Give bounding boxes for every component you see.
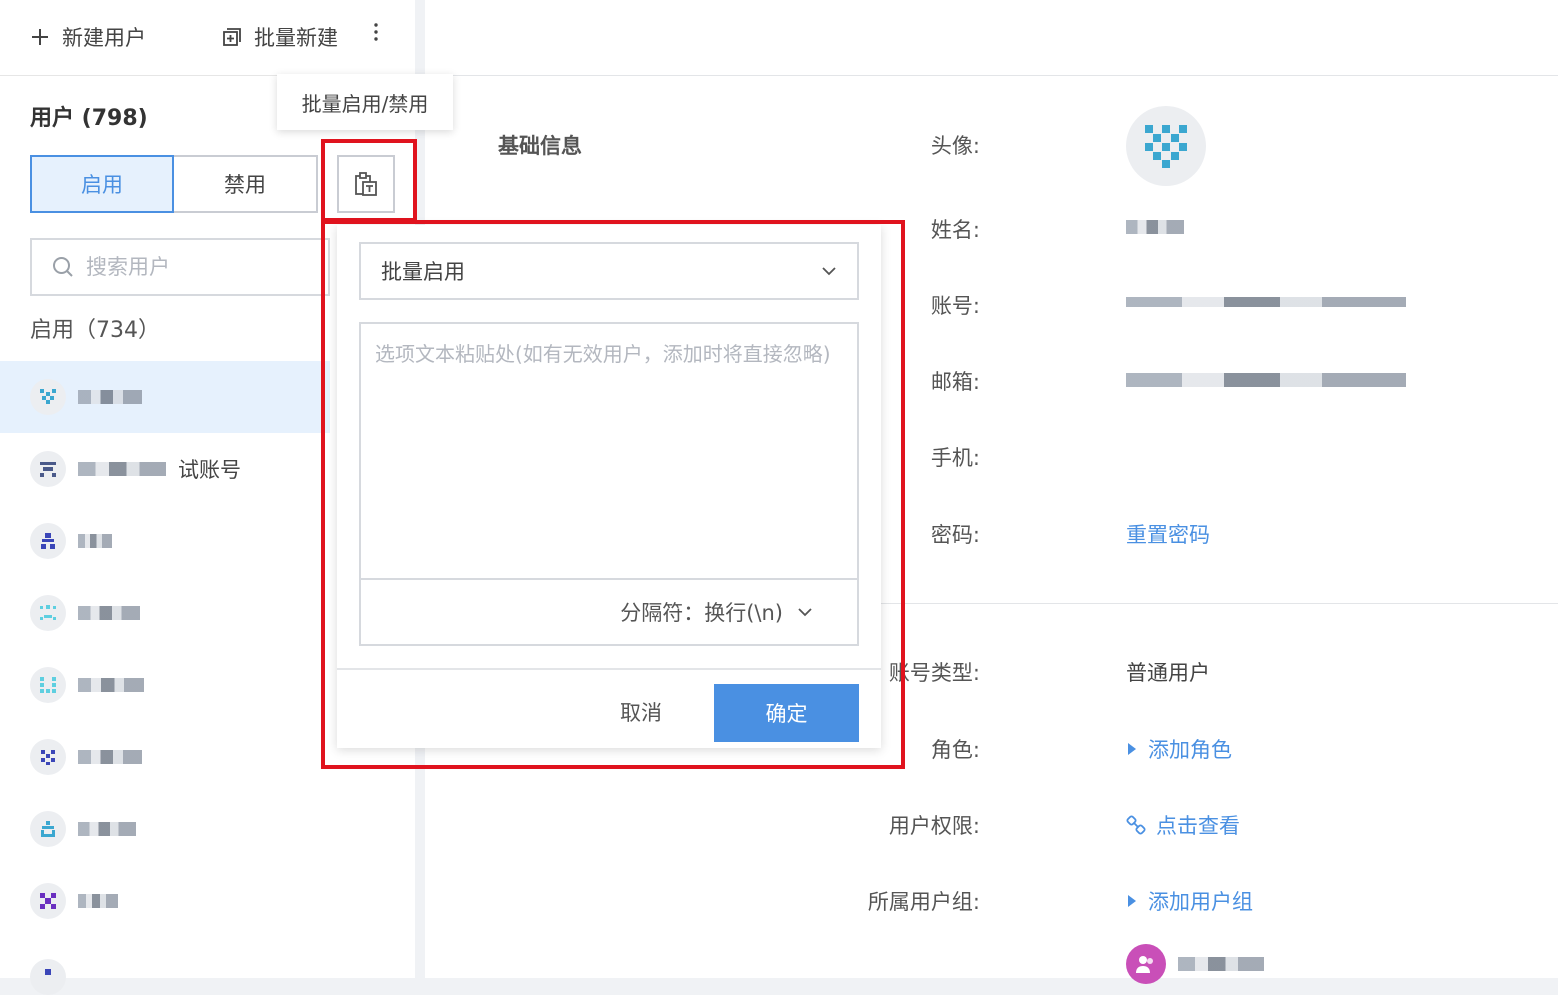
view-permissions-link[interactable]: 点击查看 [1126,810,1240,840]
value-account-type: 普通用户 [1126,661,1210,685]
group-entry [1126,944,1264,984]
list-item[interactable] [0,361,330,433]
plus-icon [32,29,48,45]
group-icon [1126,944,1166,984]
identicon-icon [40,893,56,909]
value-email [1126,373,1406,387]
toolbar: 新建用户 批量新建 [0,0,415,76]
identicon-icon [40,462,56,477]
divider [880,603,1558,604]
identicon-icon [41,750,55,765]
view-permissions-label: 点击查看 [1156,814,1240,838]
blurred-name [78,894,118,908]
blurred-email [1126,373,1406,387]
blurred-name [78,678,144,692]
add-group-label: 添加用户组 [1148,890,1253,914]
reset-password-link[interactable]: 重置密码 [1126,519,1210,549]
new-user-label: 新建用户 [62,26,146,50]
enabled-count: 启用（734） [30,318,160,343]
blurred-name [78,462,166,476]
add-group-button[interactable]: 添加用户组 [1126,886,1253,916]
list-item[interactable] [0,721,330,793]
blurred-group-name [1178,957,1264,971]
search-icon [53,257,73,277]
search-box [30,238,330,296]
avatar [30,811,66,847]
list-item[interactable] [0,793,330,865]
avatar [30,451,66,487]
avatar [30,379,66,415]
batch-create-button[interactable]: 批量新建 [222,22,338,52]
add-role-label: 添加角色 [1148,738,1232,762]
list-item[interactable] [0,865,330,937]
avatar [30,739,66,775]
new-user-button[interactable]: 新建用户 [30,22,146,52]
add-role-button[interactable]: 添加角色 [1126,734,1232,764]
value-name [1126,220,1184,234]
blurred-name [78,750,142,764]
more-vertical-icon [374,23,378,41]
batch-create-label: 批量新建 [254,26,338,50]
identicon-icon [40,605,56,620]
list-item[interactable] [0,577,330,649]
user-count-title: 用户 (798) [30,106,148,131]
blurred-name [1126,220,1184,234]
avatar [30,595,66,631]
list-item[interactable] [0,649,330,721]
divider [425,75,1558,76]
tab-enabled[interactable]: 启用 [30,155,174,213]
users-icon [1136,956,1153,973]
list-item[interactable] [0,937,330,995]
avatar [30,883,66,919]
caret-right-icon [1128,743,1136,755]
avatar [30,523,66,559]
blurred-name [78,534,112,548]
value-account [1126,297,1406,307]
section-title-basic-info: 基础信息 [498,134,582,158]
tab-disabled[interactable]: 禁用 [174,155,318,213]
label-avatar: 头像: [930,134,980,158]
highlight-box-popover [321,220,905,769]
caret-right-icon [1128,895,1136,907]
identicon-icon [41,821,55,837]
highlight-box-button [321,139,417,222]
batch-toggle-tooltip: 批量启用/禁用 [277,74,453,130]
batch-create-icon [223,28,241,46]
identicon-icon [1145,125,1187,168]
identicon-icon [41,533,55,549]
blurred-account [1126,297,1406,307]
avatar [30,667,66,703]
identicon-icon [40,389,56,404]
identicon-icon [45,969,51,975]
list-item[interactable]: 试账号 [0,433,330,505]
blurred-name [78,822,136,836]
user-name-suffix: 试账号 [178,458,241,482]
user-avatar[interactable] [1126,106,1206,186]
identicon-icon [40,677,56,693]
label-groups: 所属用户组: [867,890,980,914]
link-icon [1126,815,1146,835]
search-input[interactable] [86,255,306,279]
blurred-name [78,390,142,404]
blurred-name [78,606,140,620]
more-button[interactable] [366,22,386,42]
label-permissions: 用户权限: [888,814,980,838]
list-item[interactable] [0,505,330,577]
avatar [30,959,66,995]
